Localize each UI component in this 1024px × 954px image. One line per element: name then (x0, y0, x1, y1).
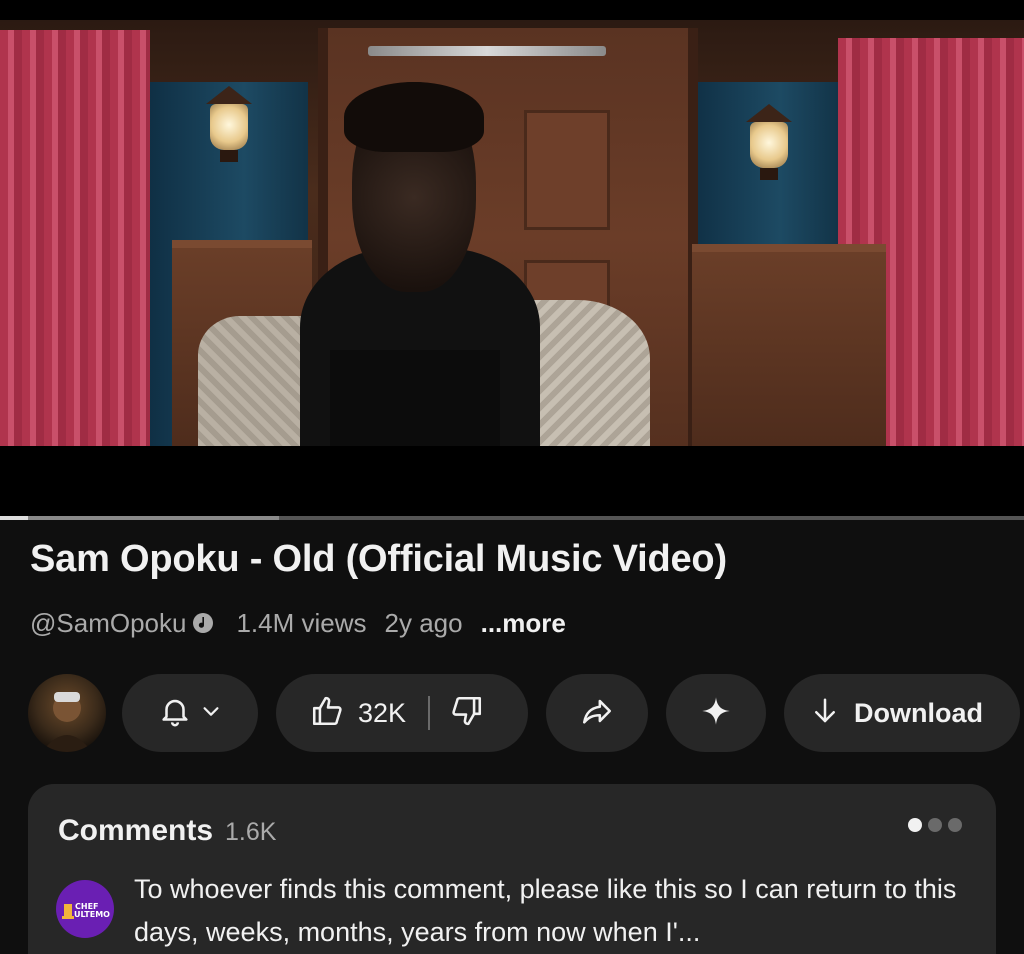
thumbs-up-icon[interactable] (310, 694, 344, 733)
video-scenery (0, 30, 150, 446)
video-frame[interactable] (0, 20, 1024, 446)
video-player[interactable] (0, 0, 1024, 520)
channel-avatar[interactable] (28, 674, 106, 752)
more-link[interactable]: ...more (481, 608, 566, 639)
bell-icon (158, 694, 192, 733)
view-count: 1.4M views (236, 607, 367, 638)
video-scenery (200, 86, 258, 162)
video-scenery (740, 104, 798, 180)
progress-played (0, 516, 28, 520)
commenter-avatar[interactable]: CHEF ULTEMO (56, 880, 114, 938)
comments-teaser[interactable]: Comments 1.6K CHEF ULTEMO To whoever fin… (28, 784, 996, 954)
comments-count: 1.6K (225, 818, 277, 846)
download-label: Download (854, 697, 983, 728)
subscription-bell-button[interactable] (122, 674, 258, 752)
verified-artist-icon (192, 612, 214, 634)
video-scenery (692, 244, 886, 446)
comments-title: Comments (58, 814, 214, 847)
like-count: 32K (358, 697, 407, 728)
chevron-down-icon (200, 700, 222, 727)
channel-handle[interactable]: @SamOpoku (30, 608, 186, 639)
download-button[interactable]: Download (784, 674, 1020, 752)
share-icon (580, 694, 614, 733)
page-dot (908, 818, 922, 832)
download-arrow-icon (810, 696, 840, 731)
upload-age: 2y ago (384, 607, 463, 638)
video-scenery (330, 350, 500, 446)
thumbs-down-icon[interactable] (450, 694, 484, 733)
top-comment-text: To whoever finds this comment, please li… (134, 874, 957, 947)
like-dislike-group[interactable]: 32K (276, 674, 528, 752)
comments-header: Comments 1.6K (58, 814, 276, 848)
video-meta-row[interactable]: @SamOpoku 1.4M views 2y ago ...more (30, 606, 566, 640)
svg-text:ULTEMO: ULTEMO (74, 910, 110, 919)
video-title[interactable]: Sam Opoku - Old (Official Music Video) (30, 538, 1000, 581)
video-scenery (368, 46, 606, 56)
progress-buffered (0, 516, 279, 520)
ask-ai-button[interactable] (666, 674, 766, 752)
video-progress-bar[interactable] (0, 516, 1024, 520)
sparkle-icon (701, 696, 731, 731)
page-dot (928, 818, 942, 832)
share-button[interactable] (546, 674, 648, 752)
like-divider (428, 696, 431, 730)
video-scenery (524, 110, 610, 230)
video-scenery (344, 82, 484, 152)
page-indicator (908, 818, 962, 832)
page-dot (948, 818, 962, 832)
